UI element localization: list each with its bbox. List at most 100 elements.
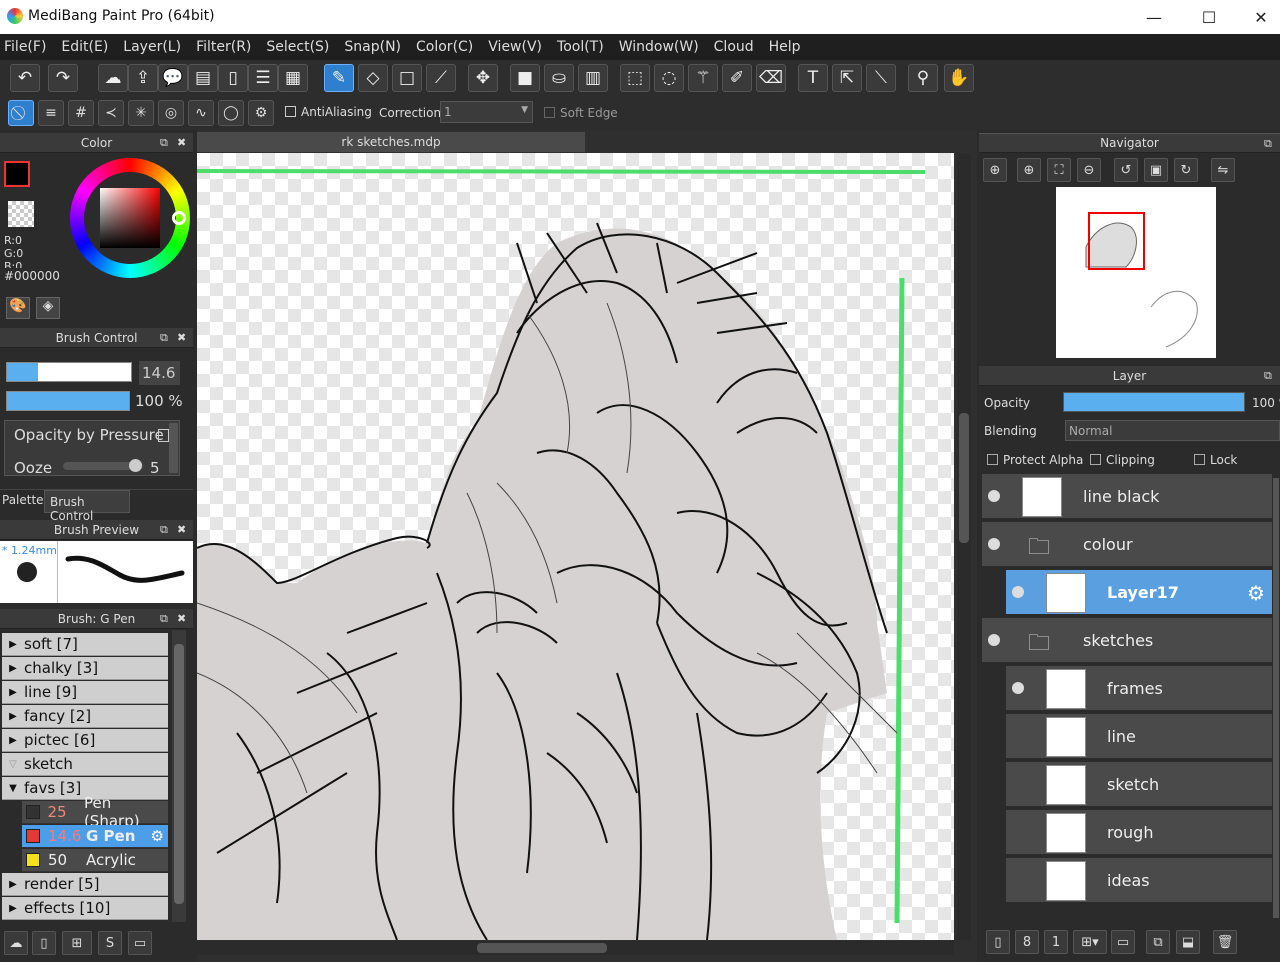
brush-item[interactable]: 50 Acrylic [22, 849, 168, 872]
magic-wand-icon[interactable]: ⚚ [688, 64, 718, 92]
clipping-checkbox[interactable] [1090, 454, 1101, 465]
delete-layer-icon[interactable]: 🗑 [1213, 930, 1237, 954]
scrollbar[interactable] [172, 630, 186, 922]
eyedropper-icon[interactable]: ⚲ [908, 64, 938, 92]
menu-file[interactable]: File(F) [4, 39, 46, 55]
tab-brush-control[interactable]: Brush Control [44, 490, 130, 523]
gear-icon[interactable]: ⚙ [151, 827, 164, 845]
move-tool-icon[interactable]: ✥ [468, 64, 498, 92]
bucket-tool-icon[interactable]: ⛀ [544, 64, 574, 92]
brush-size-value[interactable]: 14.6 [139, 361, 180, 385]
antialias-checkbox[interactable] [285, 106, 296, 117]
rotate-right-icon[interactable]: ↻ [1174, 158, 1198, 182]
close-panel-icon[interactable]: ✖ [177, 136, 186, 149]
correction-select[interactable]: 1 ▼ [440, 101, 533, 123]
close-panel-icon[interactable]: ✖ [177, 612, 186, 625]
brush-group[interactable]: ▶ effects [10] [2, 897, 168, 920]
layer-folder-row[interactable]: 🗀 sketches [982, 618, 1272, 664]
soft-edge-checkbox[interactable] [544, 107, 555, 118]
menu-filter[interactable]: Filter(R) [196, 39, 251, 55]
drawing-canvas[interactable] [197, 153, 954, 940]
navigator-preview[interactable] [1056, 187, 1216, 358]
layer-row-selected[interactable]: Layer17 ⚙ [1006, 570, 1272, 616]
new-8bit-layer-icon[interactable]: 8 [1015, 930, 1039, 954]
layer-row[interactable]: sketch [1006, 762, 1272, 808]
protect-alpha-checkbox[interactable] [987, 454, 998, 465]
menu-tool[interactable]: Tool(T) [557, 39, 604, 55]
canvas-tab[interactable]: rk sketches.mdp [197, 132, 585, 152]
menu-view[interactable]: View(V) [488, 39, 542, 55]
undock-icon[interactable]: ⧉ [1264, 369, 1272, 383]
layer-opacity-slider[interactable] [1063, 392, 1245, 412]
rotate-left-icon[interactable]: ↺ [1114, 158, 1138, 182]
brush-group[interactable]: ▶ render [5] [2, 873, 168, 896]
fit-window-icon[interactable]: ▣ [1144, 158, 1168, 182]
text-tool-icon[interactable]: T [798, 64, 828, 92]
grid-snap-icon[interactable]: # [68, 100, 94, 126]
page-icon[interactable]: ▯ [218, 64, 248, 92]
scrollbar[interactable] [169, 423, 178, 473]
fit-screen-icon[interactable]: ⛶ [1047, 158, 1071, 182]
lasso-icon[interactable]: ◌ [654, 64, 684, 92]
foreground-color-swatch[interactable] [4, 161, 30, 187]
blending-select[interactable]: Normal [1065, 420, 1280, 441]
folder-icon[interactable]: ▭ [1111, 930, 1135, 954]
brush-size-slider[interactable] [6, 362, 132, 382]
perspective-snap-icon[interactable]: ≺ [98, 100, 124, 126]
dot-tool-icon[interactable]: □ [392, 64, 422, 92]
new-layer-icon[interactable]: ▯ [986, 930, 1010, 954]
layer-row[interactable]: rough [1006, 810, 1272, 856]
redo-icon[interactable]: ↷ [48, 64, 78, 92]
tab-palette[interactable]: Palette [2, 493, 44, 507]
add-layer-menu-icon[interactable]: ⊞▾ [1073, 930, 1107, 954]
saturation-value-square[interactable] [100, 188, 160, 248]
undock-icon[interactable]: ⧉ [160, 331, 168, 345]
undock-icon[interactable]: ⧉ [160, 136, 168, 150]
select-rect-icon[interactable]: ⬚ [620, 64, 650, 92]
opacity-pressure-checkbox[interactable] [158, 429, 169, 442]
hue-handle[interactable] [172, 211, 186, 225]
close-button[interactable]: ✕ [1242, 0, 1280, 34]
parallel-snap-icon[interactable]: ≡ [38, 100, 64, 126]
menu-edit[interactable]: Edit(E) [61, 39, 108, 55]
select-eraser-icon[interactable]: ⌫ [756, 64, 786, 92]
maximize-button[interactable]: ☐ [1186, 0, 1232, 34]
new-brush-icon[interactable]: ▯ [32, 931, 56, 955]
visibility-icon[interactable] [988, 490, 1000, 502]
close-panel-icon[interactable]: ✖ [177, 331, 186, 344]
divide-tool-icon[interactable]: ⟍ [866, 64, 896, 92]
ellipse-snap-icon[interactable]: ◯ [218, 100, 244, 126]
brush-group[interactable]: ▶ line [9] [2, 681, 168, 704]
fill-shape-icon[interactable]: ■ [510, 64, 540, 92]
brush-group[interactable]: ▶ fancy [2] [2, 705, 168, 728]
select-pen-icon[interactable]: ✐ [722, 64, 752, 92]
undock-icon[interactable]: ⧉ [160, 612, 168, 626]
page-list-icon[interactable]: ☰ [248, 64, 278, 92]
visibility-icon[interactable] [1012, 586, 1024, 598]
menu-select[interactable]: Select(S) [266, 39, 329, 55]
undock-icon[interactable]: ⧉ [1264, 137, 1272, 151]
brush-group[interactable]: ▶ soft [7] [2, 633, 168, 656]
line-tool-icon[interactable]: ⟋ [426, 64, 456, 92]
script-icon[interactable]: S [98, 931, 122, 955]
snap-settings-icon[interactable]: ⚙ [248, 100, 274, 126]
zoom-in-icon[interactable]: ⊕ [983, 158, 1007, 182]
undo-icon[interactable]: ↶ [10, 64, 40, 92]
menu-window[interactable]: Window(W) [619, 39, 699, 55]
brush-tool-icon[interactable]: ✎ [324, 64, 354, 92]
menu-help[interactable]: Help [769, 39, 801, 55]
add-brush-icon[interactable]: ⊞ [62, 931, 92, 955]
transparent-color-swatch[interactable] [8, 201, 34, 227]
duplicate-layer-icon[interactable]: ⧉ [1146, 930, 1170, 954]
brush-group[interactable]: ▶ chalky [3] [2, 657, 168, 680]
operation-tool-icon[interactable]: ⇱ [832, 64, 862, 92]
share-icon[interactable]: ⇪ [128, 64, 158, 92]
brush-opacity-slider[interactable] [6, 391, 130, 411]
menu-snap[interactable]: Snap(N) [344, 39, 401, 55]
eraser-tool-icon[interactable]: ◇ [358, 64, 388, 92]
palette-icon[interactable]: 🎨 [6, 297, 30, 319]
close-panel-icon[interactable]: ✖ [177, 523, 186, 536]
color-history-icon[interactable]: ◈ [36, 297, 60, 319]
menu-layer[interactable]: Layer(L) [123, 39, 181, 55]
hand-tool-icon[interactable]: ✋ [944, 64, 974, 92]
